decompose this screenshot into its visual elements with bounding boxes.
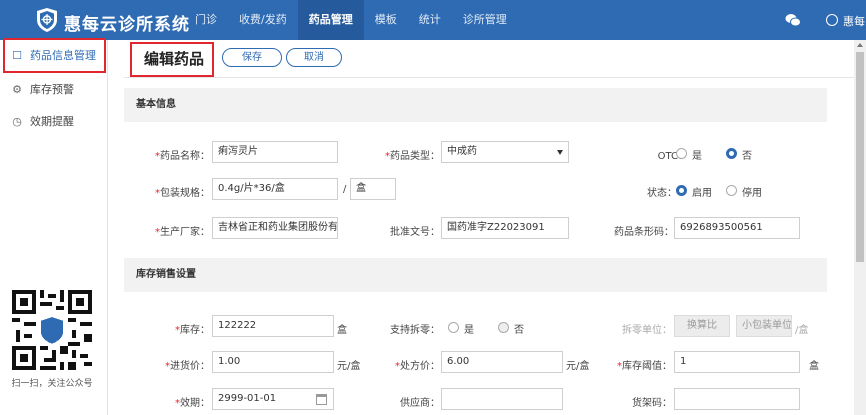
buy-price-unit: 元/盒 (337, 361, 361, 372)
maker-label-text: 生产厂家： (160, 227, 210, 238)
shelf-label: 货架码： (632, 398, 672, 409)
shield-logo-icon (37, 8, 57, 32)
vertical-scrollbar[interactable] (854, 40, 866, 415)
chevron-down-icon (557, 150, 563, 155)
threshold-label: *库存阈值： (617, 361, 672, 372)
app-title: 惠每云诊所系统 (64, 15, 190, 35)
stock-label: *库存： (175, 325, 210, 336)
calendar-icon[interactable] (316, 394, 327, 405)
drug-type-label-text: 药品类型： (390, 151, 440, 162)
drug-type-value: 中成药 (447, 146, 477, 157)
spec-unit-input[interactable]: 盒 (350, 178, 396, 200)
user-icon[interactable] (826, 14, 838, 26)
nav-item-billing[interactable]: 收费/发药 (228, 0, 298, 40)
status-disabled-label: 停用 (742, 188, 762, 199)
gear-icon: ⚙ (12, 83, 22, 96)
approval-input[interactable]: 国药准字Z22023091 (441, 217, 569, 239)
otc-yes-label: 是 (692, 151, 702, 162)
stock-input[interactable]: 122222 (212, 315, 334, 337)
status-enabled-label: 启用 (692, 188, 712, 199)
alarm-clock-icon: ◷ (12, 115, 22, 128)
qr-caption: 扫一扫，关注公众号 (11, 379, 93, 389)
section-stock-settings: 库存销售设置 (124, 258, 827, 292)
scroll-up-arrow-icon[interactable] (857, 43, 863, 47)
barcode-label: 药品条形码： (614, 227, 674, 238)
rx-price-input[interactable]: 6.00 (441, 351, 563, 373)
drug-type-select[interactable]: 中成药 (441, 141, 569, 163)
qr-code-icon (12, 290, 92, 370)
approval-label: 批准文号： (390, 227, 440, 238)
drug-name-label: *药品名称： (155, 151, 210, 162)
status-label: 状态： (647, 188, 677, 199)
split-unit-label: 拆零单位： (622, 325, 672, 336)
threshold-label-text: 库存阈值： (622, 361, 672, 372)
rx-price-label-text: 处方价： (400, 361, 440, 372)
split-suffix: /盒 (795, 325, 809, 336)
supplier-label: 供应商： (400, 398, 440, 409)
sidebar: ☐ 药品信息管理 ⚙ 库存预警 ◷ 效期提醒 扫一扫，关注公众号 (0, 40, 108, 415)
shelf-input[interactable] (674, 388, 800, 410)
buy-price-label: *进货价： (165, 361, 210, 372)
nav-item-templates[interactable]: 模板 (364, 0, 408, 40)
otc-no-radio[interactable] (726, 148, 737, 159)
sidebar-item-label: 库存预警 (30, 83, 74, 96)
buy-price-label-text: 进货价： (170, 361, 210, 372)
drug-name-input[interactable]: 痢泻灵片 (212, 141, 338, 163)
nav-item-drug-management[interactable]: 药品管理 (297, 0, 364, 40)
split-label: 支持拆零： (390, 325, 440, 336)
section-basic-info: 基本信息 (124, 88, 827, 122)
split-no-radio[interactable] (498, 322, 509, 333)
status-enabled-radio[interactable] (676, 185, 687, 196)
supplier-input[interactable] (441, 388, 563, 410)
barcode-input[interactable]: 6926893500561 (674, 217, 800, 239)
otc-yes-radio[interactable] (676, 148, 687, 159)
stock-unit: 盒 (337, 325, 347, 336)
drug-type-label: *药品类型： (385, 151, 440, 162)
sidebar-item-label: 效期提醒 (30, 115, 74, 128)
top-bar: 惠每云诊所系统 门诊 收费/发药 药品管理 模板 统计 诊所管理 惠每 (0, 0, 866, 40)
maker-label: *生产厂家： (155, 227, 210, 238)
main-content: 编辑药品 保存 取消 基本信息 *药品名称： 痢泻灵片 *药品类型： 中成药 O… (108, 40, 854, 415)
rx-price-unit: 元/盒 (566, 361, 590, 372)
otc-no-label: 否 (742, 151, 752, 162)
spec-label-text: 包装规格： (160, 188, 210, 199)
scrollbar-thumb[interactable] (856, 52, 864, 262)
ratio-input[interactable]: 换算比 (674, 315, 730, 337)
save-button[interactable]: 保存 (222, 48, 282, 67)
buy-price-input[interactable]: 1.00 (212, 351, 334, 373)
sidebar-item-stock-warning[interactable]: ⚙ 库存预警 (0, 78, 108, 102)
highlight-box-sidebar (3, 38, 106, 73)
spec-label: *包装规格： (155, 188, 210, 199)
split-yes-label: 是 (464, 325, 474, 336)
small-unit-input[interactable]: 小包装单位 (736, 315, 792, 337)
stock-label-text: 库存： (180, 325, 210, 336)
nav-item-outpatient[interactable]: 门诊 (184, 0, 228, 40)
main-nav: 门诊 收费/发药 药品管理 模板 统计 诊所管理 (184, 0, 518, 40)
threshold-input[interactable]: 1 (674, 351, 800, 373)
maker-input[interactable]: 吉林省正和药业集团股份有限公 (212, 217, 338, 239)
divider (124, 77, 854, 78)
spec-input[interactable]: 0.4g/片*36/盒 (212, 178, 338, 200)
nav-item-clinic-management[interactable]: 诊所管理 (452, 0, 518, 40)
wechat-icon[interactable] (785, 13, 801, 27)
page-title: 编辑药品 (144, 50, 205, 68)
user-name[interactable]: 惠每 (843, 13, 865, 29)
cancel-button[interactable]: 取消 (286, 48, 342, 67)
threshold-unit: 盒 (809, 361, 819, 372)
sidebar-item-expiry-reminder[interactable]: ◷ 效期提醒 (0, 110, 108, 134)
expiry-label-text: 效期： (180, 398, 210, 409)
drug-name-label-text: 药品名称： (160, 151, 210, 162)
split-yes-radio[interactable] (448, 322, 459, 333)
split-no-label: 否 (514, 325, 524, 336)
expiry-label: *效期： (175, 398, 210, 409)
spec-separator: / (343, 184, 347, 195)
status-disabled-radio[interactable] (726, 185, 737, 196)
rx-price-label: *处方价： (395, 361, 440, 372)
nav-item-statistics[interactable]: 统计 (408, 0, 452, 40)
